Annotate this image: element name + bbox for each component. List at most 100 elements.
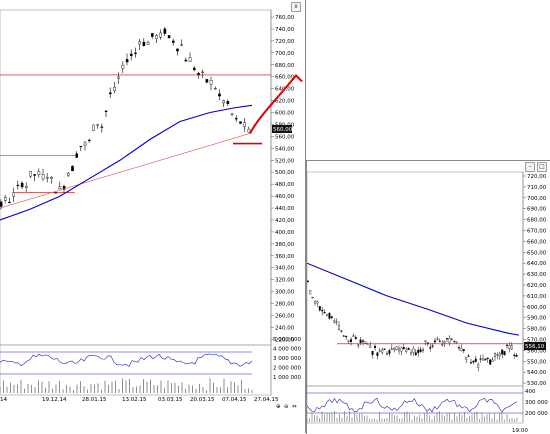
left-candle-body [121,64,125,69]
zoom-out-icon[interactable]: ⊖ [284,404,289,410]
right-price-tick-label: 630,00 [527,272,547,278]
left-price-tick-label: 280,00 [275,302,295,308]
right-candle-body [362,340,364,342]
right-candle-body [498,353,501,356]
right-candle-body [369,345,372,348]
right-candle-body [364,341,367,344]
right-candle-body [388,350,391,354]
left-candle-body [205,79,209,83]
left-candle-body [46,177,49,179]
left-chart[interactable]: 760,00740,00720,00700,00680,00660,00640,… [0,0,305,433]
left-price-tick-label: 260,00 [275,314,295,320]
right-candle-body [323,312,326,314]
right-candle-body [376,352,379,356]
left-candle-body [209,80,213,85]
right-price-tick-label: 550,00 [527,359,547,365]
left-trend-line [0,133,251,209]
right-candle-body [462,349,465,351]
right-last-price: 556,10 [525,344,545,350]
zoom-in-icon[interactable]: ⊕ [276,404,281,410]
right-candle-body [335,321,338,323]
right-candle-body [441,344,444,346]
left-date-label: 19.12.14 [42,397,67,403]
left-candle-body [0,201,3,207]
right-candle-body [412,348,415,353]
left-candle-body [167,35,171,39]
right-candle-body [407,347,410,350]
right-candle-body [460,348,463,352]
right-chart-window[interactable]: – □ 720,00 710,00 700,00 690,00 680,00 670,00… [306,160,550,434]
left-price-tick-label: 720,00 [275,39,295,45]
right-candles [307,280,518,372]
right-candle-body [467,355,470,357]
right-volume-tick-label: 200 000 [525,411,548,417]
left-volume-pane [0,344,272,396]
left-candle-body [129,53,133,56]
right-candle-body [357,344,360,346]
right-candle-body [371,350,374,355]
left-candle-body [155,35,158,39]
left-candle-body [226,101,230,105]
right-candle-body [419,349,422,352]
right-price-tick-label: 710,00 [527,185,547,191]
right-chart[interactable]: 720,00 710,00 700,00 690,00 680,00 670,00 660,… [307,161,550,434]
minimize-icon[interactable]: – [525,162,535,172]
right-candle-body [410,352,412,354]
left-chart-window[interactable]: x 760,00 740,00 720,00 700,00 680,00 660,00 64… [0,0,306,433]
right-volume-axis: 400 300 000 200 000 [525,389,548,417]
right-candle-body [503,351,506,356]
left-candle-body [192,67,196,71]
right-candle-body [429,347,432,349]
left-candle-body [150,33,154,37]
left-candle-body [159,32,163,38]
right-candle-body [359,339,362,343]
left-candle-body [230,113,234,115]
left-candle-body [146,42,150,45]
left-price-tick-label: 480,00 [275,182,295,188]
left-candle-body [117,76,120,79]
right-candle-body [438,340,441,342]
left-price-tick-label: 460,00 [275,194,295,200]
left-price-tick-label: 320,00 [275,278,295,284]
right-price-tick-label: 700,00 [527,196,547,202]
right-candle-body [340,330,343,332]
right-candle-body [448,337,451,343]
maximize-icon[interactable]: □ [537,162,547,172]
left-candle-body [33,174,36,176]
right-price-tick-label: 530,00 [527,381,547,387]
right-candle-body [513,354,516,356]
right-candle-body [486,357,489,359]
right-price-tick-label: 670,00 [527,229,547,235]
left-volume-bars [0,351,253,393]
left-candle-body [87,139,91,142]
left-candle-body [201,71,205,73]
left-candle-body [92,124,95,131]
right-candle-body [405,349,408,352]
right-time-label: 19:00 [512,428,528,434]
right-candle-body [431,345,434,347]
left-candle-body [29,171,32,177]
left-candle-body [142,41,146,46]
right-candle-body [496,354,499,356]
left-price-tick-label: 340,00 [275,266,295,272]
right-candle-body [414,352,417,355]
left-price-tick-label: 420,00 [275,218,295,224]
scroll-icon[interactable]: ⇔ [292,404,297,410]
left-price-tick-label: 540,00 [275,146,295,152]
right-candle-body [395,346,398,350]
left-candle-body [75,153,78,158]
left-candle-body [184,59,188,62]
right-price-tick-label: 720,00 [527,174,547,180]
left-candle-body [234,118,238,120]
close-icon[interactable]: x [291,2,301,12]
right-candle-body [383,348,386,350]
right-candle-body [326,314,328,316]
right-candle-body [378,350,381,352]
right-candle-body [307,280,309,283]
right-candle-body [426,342,429,344]
right-candle-body [450,338,453,341]
right-candle-body [316,301,319,304]
right-candle-body [465,357,468,360]
left-candle-body [96,124,99,126]
right-candle-body [424,340,427,342]
